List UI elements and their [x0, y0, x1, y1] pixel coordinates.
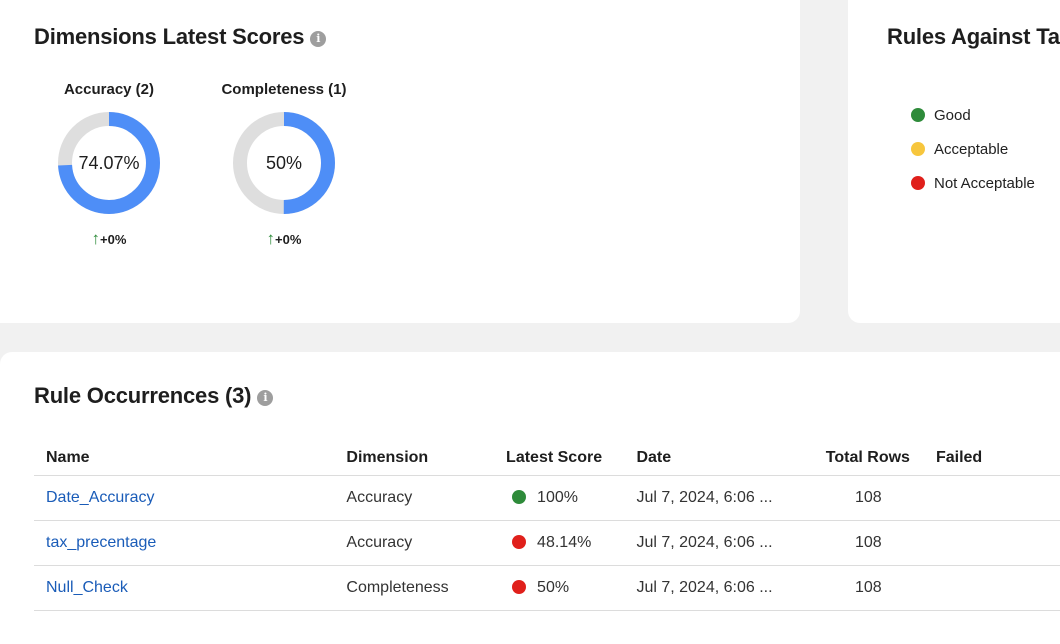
rule-dimension: Accuracy — [334, 520, 495, 566]
rules-against-card: Rules Against Ta Good Acceptable Not Acc… — [848, 0, 1060, 323]
rule-date: Jul 7, 2024, 6:06 ... — [624, 565, 801, 611]
rule-name-link[interactable]: tax_precentage — [46, 534, 156, 551]
rule-occurrences-table: Name Dimension Latest Score Date Total R… — [34, 441, 1060, 611]
status-dot-icon — [512, 490, 527, 504]
table-row[interactable]: tax_precentage Accuracy 48.14% Jul 7, 20… — [34, 520, 1060, 566]
arrow-up-icon: ↑ — [91, 229, 101, 248]
legend-dot-icon — [911, 176, 925, 190]
completeness-score-block: Completeness (1) 50% ↑+0% — [214, 81, 354, 249]
legend-item-acceptable: Acceptable — [911, 132, 1035, 166]
rule-occurrences-card: Rule Occurrences (3) i Name Dimension Lat… — [0, 352, 1060, 644]
rule-date: Jul 7, 2024, 6:06 ... — [624, 475, 801, 521]
rule-failed — [923, 565, 1060, 611]
donut-value: 74.07% — [78, 153, 140, 173]
rule-date: Jul 7, 2024, 6:06 ... — [624, 520, 801, 566]
rule-dimension: Accuracy — [334, 475, 495, 521]
rule-score-value: 48.14% — [537, 534, 592, 551]
column-header-name[interactable]: Name — [34, 441, 335, 476]
rule-score: 48.14% — [494, 520, 625, 566]
rule-failed — [923, 520, 1060, 566]
trend-indicator: ↑+0% — [214, 229, 354, 249]
rule-total-rows: 108 — [800, 565, 924, 611]
legend: Good Acceptable Not Acceptable — [911, 98, 1035, 200]
table-row[interactable]: Date_Accuracy Accuracy 100% Jul 7, 2024,… — [34, 475, 1060, 521]
column-header-total-rows[interactable]: Total Rows — [800, 441, 924, 476]
legend-dot-icon — [911, 108, 925, 122]
info-icon[interactable]: i — [310, 31, 327, 47]
rule-occurrences-title-text: Rule Occurrences (3) — [34, 383, 252, 408]
trend-value: +0% — [275, 232, 302, 247]
donut-value: 50% — [265, 153, 303, 173]
dimensions-title: Dimensions Latest Scores i — [34, 24, 327, 50]
dimensions-title-text: Dimensions Latest Scores — [34, 24, 305, 49]
donut-label: Accuracy (2) — [63, 81, 155, 98]
trend-indicator: ↑+0% — [39, 229, 179, 249]
arrow-up-icon: ↑ — [266, 229, 276, 248]
legend-label: Acceptable — [934, 140, 1009, 158]
legend-item-not-acceptable: Not Acceptable — [911, 166, 1035, 200]
trend-value: +0% — [100, 232, 127, 247]
legend-dot-icon — [911, 142, 925, 156]
rule-name-link[interactable]: Null_Check — [46, 579, 128, 596]
accuracy-score-block: Accuracy (2) 74.07% ↑+0% — [39, 81, 179, 249]
rule-dimension: Completeness — [334, 565, 495, 611]
legend-item-good: Good — [911, 98, 1035, 132]
rule-score: 100% — [494, 475, 625, 521]
rule-total-rows: 108 — [800, 475, 924, 521]
column-header-failed[interactable]: Failed — [923, 441, 1060, 476]
donut-label: Completeness (1) — [221, 81, 347, 98]
status-dot-icon — [512, 580, 527, 594]
rules-against-title: Rules Against Ta — [887, 24, 1060, 49]
column-header-latest-score[interactable]: Latest Score — [494, 441, 625, 476]
rule-score-value: 100% — [537, 489, 578, 506]
rule-total-rows: 108 — [800, 520, 924, 566]
info-icon[interactable]: i — [257, 390, 274, 406]
table-row[interactable]: Null_Check Completeness 50% Jul 7, 2024,… — [34, 565, 1060, 611]
rule-occurrences-title: Rule Occurrences (3) i — [34, 383, 274, 409]
table-header-row: Name Dimension Latest Score Date Total R… — [34, 441, 1060, 476]
rule-failed — [923, 475, 1060, 521]
legend-label: Good — [934, 106, 971, 124]
accuracy-donut: 74.07% — [57, 111, 161, 215]
status-dot-icon — [512, 535, 527, 549]
completeness-donut: 50% — [232, 111, 336, 215]
rule-score-value: 50% — [537, 579, 570, 596]
column-header-date[interactable]: Date — [624, 441, 801, 476]
dimensions-card: Dimensions Latest Scores i Accuracy (2) 7… — [0, 0, 800, 323]
column-header-dimension[interactable]: Dimension — [334, 441, 495, 476]
rule-score: 50% — [494, 565, 625, 611]
legend-label: Not Acceptable — [934, 174, 1035, 192]
rule-name-link[interactable]: Date_Accuracy — [46, 489, 155, 506]
